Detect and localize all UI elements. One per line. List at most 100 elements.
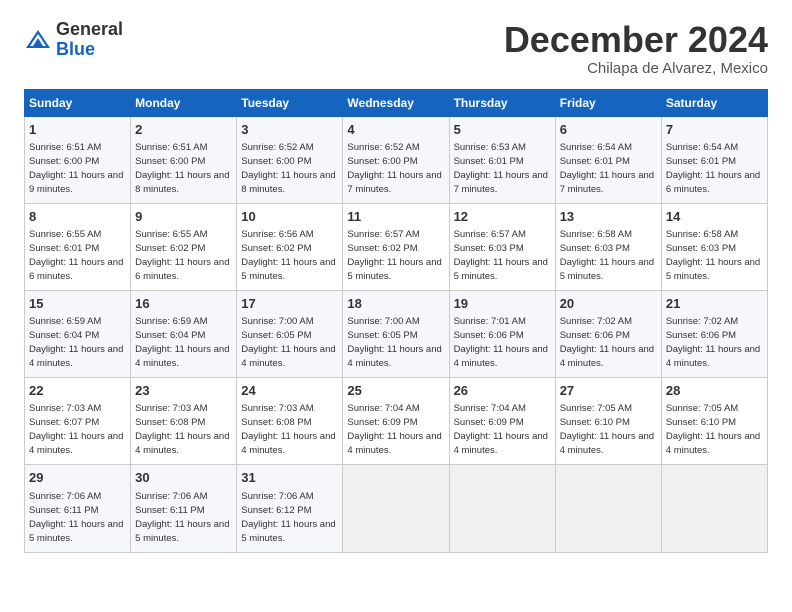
day-number: 19 [454, 295, 551, 313]
calendar-cell: 11 Sunrise: 6:57 AMSunset: 6:02 PMDaylig… [343, 203, 449, 290]
day-info: Sunrise: 6:52 AMSunset: 6:00 PMDaylight:… [347, 142, 441, 195]
day-info: Sunrise: 6:58 AMSunset: 6:03 PMDaylight:… [666, 229, 760, 282]
day-info: Sunrise: 7:00 AMSunset: 6:05 PMDaylight:… [347, 316, 441, 369]
weekday-header-tuesday: Tuesday [237, 89, 343, 116]
day-info: Sunrise: 7:03 AMSunset: 6:07 PMDaylight:… [29, 403, 123, 456]
day-info: Sunrise: 7:04 AMSunset: 6:09 PMDaylight:… [347, 403, 441, 456]
day-number: 24 [241, 382, 338, 400]
calendar-cell: 17 Sunrise: 7:00 AMSunset: 6:05 PMDaylig… [237, 290, 343, 377]
calendar-cell: 20 Sunrise: 7:02 AMSunset: 6:06 PMDaylig… [555, 290, 661, 377]
calendar-cell: 10 Sunrise: 6:56 AMSunset: 6:02 PMDaylig… [237, 203, 343, 290]
day-info: Sunrise: 7:06 AMSunset: 6:11 PMDaylight:… [135, 491, 229, 544]
logo-text: General Blue [56, 20, 123, 60]
calendar-week-1: 1 Sunrise: 6:51 AMSunset: 6:00 PMDayligh… [25, 116, 768, 203]
day-number: 7 [666, 121, 763, 139]
day-info: Sunrise: 7:03 AMSunset: 6:08 PMDaylight:… [241, 403, 335, 456]
calendar-cell: 18 Sunrise: 7:00 AMSunset: 6:05 PMDaylig… [343, 290, 449, 377]
weekday-header-saturday: Saturday [661, 89, 767, 116]
day-number: 20 [560, 295, 657, 313]
day-info: Sunrise: 6:54 AMSunset: 6:01 PMDaylight:… [666, 142, 760, 195]
day-number: 17 [241, 295, 338, 313]
calendar-week-3: 15 Sunrise: 6:59 AMSunset: 6:04 PMDaylig… [25, 290, 768, 377]
calendar-cell: 19 Sunrise: 7:01 AMSunset: 6:06 PMDaylig… [449, 290, 555, 377]
calendar-cell: 23 Sunrise: 7:03 AMSunset: 6:08 PMDaylig… [131, 378, 237, 465]
calendar-cell: 12 Sunrise: 6:57 AMSunset: 6:03 PMDaylig… [449, 203, 555, 290]
calendar-cell [343, 465, 449, 552]
day-info: Sunrise: 7:01 AMSunset: 6:06 PMDaylight:… [454, 316, 548, 369]
day-info: Sunrise: 6:57 AMSunset: 6:03 PMDaylight:… [454, 229, 548, 282]
calendar-cell: 8 Sunrise: 6:55 AMSunset: 6:01 PMDayligh… [25, 203, 131, 290]
calendar-cell: 21 Sunrise: 7:02 AMSunset: 6:06 PMDaylig… [661, 290, 767, 377]
day-number: 28 [666, 382, 763, 400]
page-header: General Blue December 2024 Chilapa de Al… [24, 20, 768, 77]
day-number: 3 [241, 121, 338, 139]
calendar-cell: 31 Sunrise: 7:06 AMSunset: 6:12 PMDaylig… [237, 465, 343, 552]
day-number: 30 [135, 469, 232, 487]
day-info: Sunrise: 6:59 AMSunset: 6:04 PMDaylight:… [135, 316, 229, 369]
calendar-week-2: 8 Sunrise: 6:55 AMSunset: 6:01 PMDayligh… [25, 203, 768, 290]
day-info: Sunrise: 6:51 AMSunset: 6:00 PMDaylight:… [29, 142, 123, 195]
calendar-cell: 14 Sunrise: 6:58 AMSunset: 6:03 PMDaylig… [661, 203, 767, 290]
day-info: Sunrise: 7:02 AMSunset: 6:06 PMDaylight:… [560, 316, 654, 369]
day-info: Sunrise: 7:05 AMSunset: 6:10 PMDaylight:… [560, 403, 654, 456]
calendar-cell: 26 Sunrise: 7:04 AMSunset: 6:09 PMDaylig… [449, 378, 555, 465]
day-number: 4 [347, 121, 444, 139]
day-number: 16 [135, 295, 232, 313]
day-number: 15 [29, 295, 126, 313]
day-info: Sunrise: 7:02 AMSunset: 6:06 PMDaylight:… [666, 316, 760, 369]
weekday-header-friday: Friday [555, 89, 661, 116]
day-number: 6 [560, 121, 657, 139]
day-info: Sunrise: 6:56 AMSunset: 6:02 PMDaylight:… [241, 229, 335, 282]
day-number: 11 [347, 208, 444, 226]
logo: General Blue [24, 20, 123, 60]
calendar-cell [555, 465, 661, 552]
day-info: Sunrise: 7:06 AMSunset: 6:11 PMDaylight:… [29, 491, 123, 544]
day-number: 8 [29, 208, 126, 226]
calendar-cell: 28 Sunrise: 7:05 AMSunset: 6:10 PMDaylig… [661, 378, 767, 465]
calendar-cell: 6 Sunrise: 6:54 AMSunset: 6:01 PMDayligh… [555, 116, 661, 203]
day-number: 29 [29, 469, 126, 487]
day-number: 12 [454, 208, 551, 226]
calendar-cell: 13 Sunrise: 6:58 AMSunset: 6:03 PMDaylig… [555, 203, 661, 290]
day-number: 25 [347, 382, 444, 400]
title-area: December 2024 Chilapa de Alvarez, Mexico [504, 20, 768, 77]
day-info: Sunrise: 6:54 AMSunset: 6:01 PMDaylight:… [560, 142, 654, 195]
calendar-cell: 25 Sunrise: 7:04 AMSunset: 6:09 PMDaylig… [343, 378, 449, 465]
day-info: Sunrise: 6:53 AMSunset: 6:01 PMDaylight:… [454, 142, 548, 195]
calendar-cell: 29 Sunrise: 7:06 AMSunset: 6:11 PMDaylig… [25, 465, 131, 552]
weekday-header-wednesday: Wednesday [343, 89, 449, 116]
calendar-cell: 2 Sunrise: 6:51 AMSunset: 6:00 PMDayligh… [131, 116, 237, 203]
calendar-cell: 3 Sunrise: 6:52 AMSunset: 6:00 PMDayligh… [237, 116, 343, 203]
calendar-cell: 24 Sunrise: 7:03 AMSunset: 6:08 PMDaylig… [237, 378, 343, 465]
calendar-cell: 27 Sunrise: 7:05 AMSunset: 6:10 PMDaylig… [555, 378, 661, 465]
day-number: 9 [135, 208, 232, 226]
calendar-cell: 9 Sunrise: 6:55 AMSunset: 6:02 PMDayligh… [131, 203, 237, 290]
calendar-table: SundayMondayTuesdayWednesdayThursdayFrid… [24, 89, 768, 553]
day-number: 5 [454, 121, 551, 139]
calendar-cell: 7 Sunrise: 6:54 AMSunset: 6:01 PMDayligh… [661, 116, 767, 203]
weekday-header-sunday: Sunday [25, 89, 131, 116]
calendar-cell: 15 Sunrise: 6:59 AMSunset: 6:04 PMDaylig… [25, 290, 131, 377]
day-info: Sunrise: 6:58 AMSunset: 6:03 PMDaylight:… [560, 229, 654, 282]
calendar-cell: 16 Sunrise: 6:59 AMSunset: 6:04 PMDaylig… [131, 290, 237, 377]
calendar-cell: 22 Sunrise: 7:03 AMSunset: 6:07 PMDaylig… [25, 378, 131, 465]
day-info: Sunrise: 6:55 AMSunset: 6:02 PMDaylight:… [135, 229, 229, 282]
day-info: Sunrise: 7:06 AMSunset: 6:12 PMDaylight:… [241, 491, 335, 544]
day-number: 23 [135, 382, 232, 400]
day-number: 27 [560, 382, 657, 400]
day-info: Sunrise: 7:00 AMSunset: 6:05 PMDaylight:… [241, 316, 335, 369]
day-number: 18 [347, 295, 444, 313]
day-number: 21 [666, 295, 763, 313]
day-info: Sunrise: 6:51 AMSunset: 6:00 PMDaylight:… [135, 142, 229, 195]
calendar-cell: 1 Sunrise: 6:51 AMSunset: 6:00 PMDayligh… [25, 116, 131, 203]
logo-icon [24, 28, 52, 52]
calendar-week-5: 29 Sunrise: 7:06 AMSunset: 6:11 PMDaylig… [25, 465, 768, 552]
day-info: Sunrise: 7:05 AMSunset: 6:10 PMDaylight:… [666, 403, 760, 456]
calendar-cell: 4 Sunrise: 6:52 AMSunset: 6:00 PMDayligh… [343, 116, 449, 203]
day-info: Sunrise: 7:03 AMSunset: 6:08 PMDaylight:… [135, 403, 229, 456]
day-info: Sunrise: 6:52 AMSunset: 6:00 PMDaylight:… [241, 142, 335, 195]
day-number: 22 [29, 382, 126, 400]
day-number: 10 [241, 208, 338, 226]
day-number: 14 [666, 208, 763, 226]
day-info: Sunrise: 6:55 AMSunset: 6:01 PMDaylight:… [29, 229, 123, 282]
